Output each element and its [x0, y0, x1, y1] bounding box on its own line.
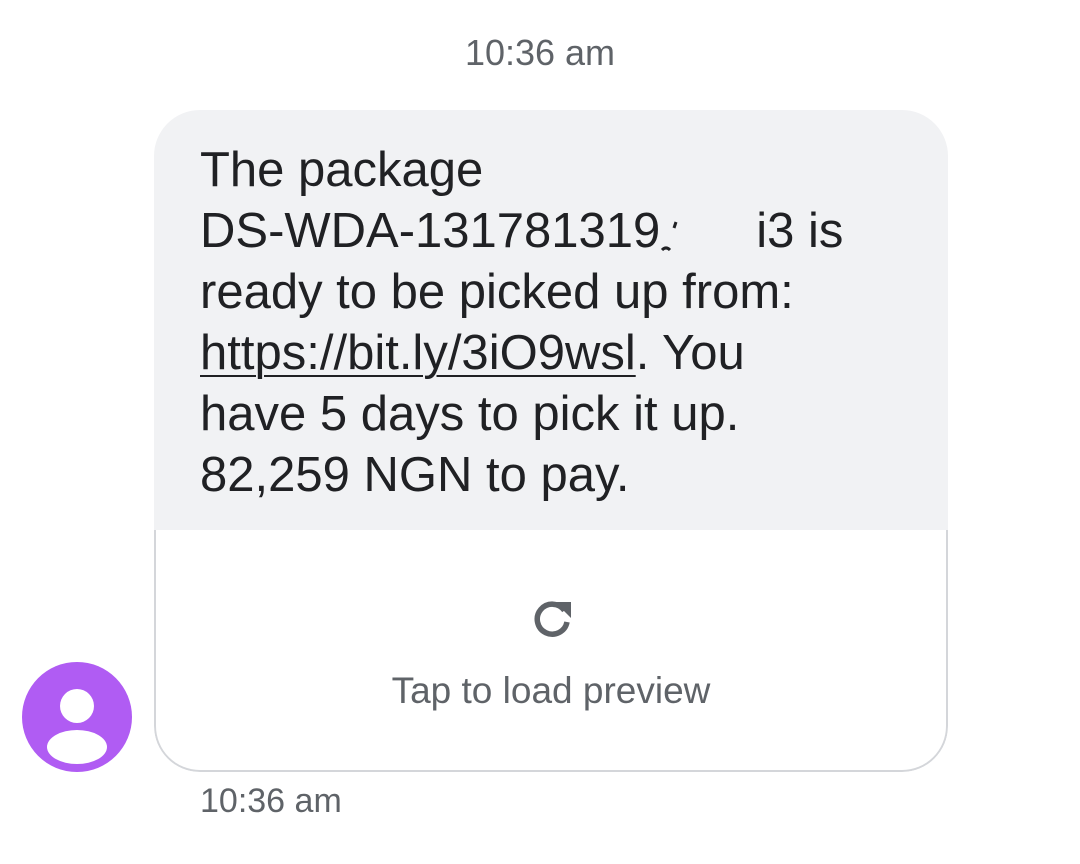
- person-icon[interactable]: [22, 662, 132, 772]
- timestamp-top: 10:36 am: [464, 32, 616, 73]
- redaction-mark: [660, 214, 756, 254]
- tracking-number-prefix: DS-WDA-131781319: [200, 204, 661, 258]
- message-bubble[interactable]: The package DS-WDA-131781319 i3 is ready …: [154, 110, 948, 772]
- refresh-icon[interactable]: [528, 596, 576, 644]
- message-line: have 5 days to pick it up.: [200, 387, 740, 441]
- message-line: ready to be picked up from:: [200, 265, 794, 319]
- message-line-link-suffix: . You: [635, 326, 745, 380]
- load-preview-label[interactable]: Tap to load preview: [156, 670, 946, 712]
- message-thread: 10:36 am The package DS-WDA-131781319 i3 …: [0, 0, 1080, 864]
- message-link[interactable]: https://bit.ly/3iO9wsl: [200, 326, 636, 380]
- message-body: The package DS-WDA-131781319 i3 is ready …: [154, 110, 948, 530]
- message-line: 82,259 NGN to pay.: [200, 448, 630, 502]
- message-line-link: https://bit.ly/3iO9wsl. You: [200, 323, 904, 384]
- timestamp-bottom: 10:36 am: [200, 782, 342, 820]
- message-line: The package: [200, 143, 484, 197]
- tracking-number-suffix: i3 is: [756, 204, 844, 258]
- link-preview-card[interactable]: Tap to load preview: [154, 530, 948, 772]
- message-line-tracking: DS-WDA-131781319 i3 is: [200, 201, 904, 262]
